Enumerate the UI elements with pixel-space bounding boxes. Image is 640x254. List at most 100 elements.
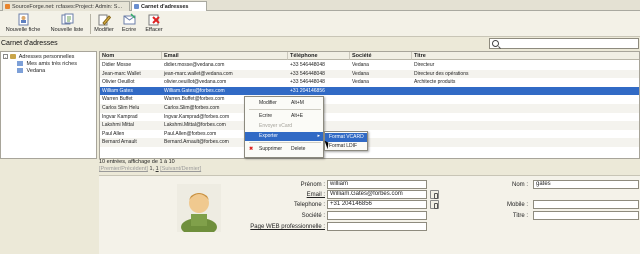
societe-field[interactable] <box>327 211 427 220</box>
search-input[interactable] <box>489 38 639 49</box>
new-list-button[interactable]: Nouvelle liste <box>46 13 88 35</box>
tree-node-label: Vedana <box>26 68 46 74</box>
label-web[interactable]: Page WEB professionnelle : <box>225 223 325 231</box>
pager-page[interactable]: 1 <box>156 166 159 172</box>
submenu-item-vcard[interactable]: Format VCARD <box>325 133 367 142</box>
new-list-icon <box>61 13 74 26</box>
cell-titre <box>412 95 639 104</box>
edit-button[interactable]: Modifier <box>92 13 116 35</box>
email-send-button[interactable] <box>430 190 439 199</box>
status-text: 10 entrées, affichage de 1 à 10 <box>99 159 175 165</box>
menu-item-label: Exporter <box>259 133 278 139</box>
tree-node-root[interactable]: - Adresses personnelles <box>3 54 74 61</box>
menu-item-ecrire[interactable]: Ecrire Alt+E <box>245 112 323 121</box>
label-email[interactable]: Email : <box>249 191 325 199</box>
table-row[interactable]: William Gates William.Gates@forbes.com +31… <box>100 86 639 96</box>
table-row[interactable]: Carlos Slim HeluCarlos.Slim@forbes.com..… <box>100 104 639 113</box>
table-row[interactable]: Bernard Arnault Bernard.Arnault@forbes.co… <box>100 138 639 147</box>
telephone-call-button[interactable] <box>430 200 439 209</box>
folder-icon <box>9 54 16 60</box>
tree-node-label: Adresses personnelles <box>18 54 75 60</box>
nom-field[interactable]: gates <box>533 180 639 189</box>
page-title: Carnet d'adresses <box>1 40 58 47</box>
column-header-telephone[interactable]: Téléphone <box>288 52 350 60</box>
tab-bar: SourceForge.net: rcfases:Project: Admin:… <box>0 0 640 11</box>
contacts-table: Nom Email Téléphone Société Titre Didier… <box>99 51 640 159</box>
new-list-label: Nouvelle liste <box>50 27 84 33</box>
submenu-item-ldif[interactable]: Format LDIF <box>325 142 367 151</box>
menu-item-label: Ecrire <box>259 113 273 119</box>
context-menu: Modifier Alt+M Ecrire Alt+E Envoyer vCar… <box>244 96 324 158</box>
write-button[interactable]: Ecrire <box>118 13 140 35</box>
cell-nom: Jean-marc Wallet <box>102 70 141 77</box>
cell-nom: Ingvar Kamprad <box>102 113 138 120</box>
tab-label: Carnet d'adresses <box>141 4 189 10</box>
table-row[interactable]: Olivier Oeuillot olivier.oeuillot@vedana.… <box>100 78 639 87</box>
cell-email: didier.mosse@vedana.com <box>164 62 225 68</box>
cell-societe: Vedana <box>352 70 369 77</box>
delete-icon: ✖ <box>249 146 254 152</box>
table-row[interactable]: Didier Mosse didier.mosse@vedana.com +33 5… <box>100 61 639 70</box>
pager: [Premier/Précédent] 1, 1 [Suivant/Dernie… <box>99 166 202 172</box>
menu-separator <box>249 109 321 110</box>
table-row[interactable]: Jean-marc Wallet jean-marc.wallet@vedana.… <box>100 69 639 79</box>
cell-email: olivier.oeuillot@vedana.com <box>164 79 227 86</box>
write-label: Ecrire <box>121 27 137 33</box>
column-header-nom[interactable]: Nom <box>100 52 162 60</box>
menu-item-supprimer[interactable]: ✖ Supprimer Delete <box>245 145 323 154</box>
column-header-titre[interactable]: Titre <box>412 52 639 60</box>
table-row[interactable]: Lakshmi Mittal Lakshmi.Mittal@forbes.com <box>100 121 639 130</box>
addressbook-tree: - Adresses personnelles Mes amis très ri… <box>0 51 97 159</box>
new-contact-button[interactable]: Nouvelle fiche <box>2 13 44 35</box>
menu-item-modifier[interactable]: Modifier Alt+M <box>245 99 323 108</box>
cell-nom: Olivier Oeuillot <box>102 79 135 86</box>
label-nom: Nom : <box>511 182 528 188</box>
tree-node-child[interactable]: Vedana <box>17 68 45 75</box>
cell-titre <box>412 130 639 139</box>
pager-next-last[interactable]: [Suivant/Dernier] <box>160 166 201 172</box>
cell-societe: Vedana <box>352 79 369 86</box>
cell-email: William.Gates@forbes.com <box>164 87 225 94</box>
table-row[interactable]: Warren BuffetWarren.Buffet@forbes.com...… <box>100 95 639 104</box>
menu-item-label: Envoyer vCard <box>259 123 293 129</box>
pager-first-prev[interactable]: [Premier/Précédent] <box>99 166 148 172</box>
cell-societe <box>350 104 412 113</box>
menu-item-shortcut: Alt+M <box>291 100 304 106</box>
cell-nom: Bernard Arnault <box>102 139 137 146</box>
collapse-icon[interactable]: - <box>3 54 8 60</box>
delete-button[interactable]: Effacer <box>142 13 166 35</box>
menu-item-exporter[interactable]: Exporter ▸ <box>245 132 323 141</box>
cell-nom: Paul Allen <box>102 130 125 137</box>
tree-node-label: Mes amis très riches <box>26 61 77 67</box>
new-contact-icon <box>17 13 30 26</box>
cell-nom: Carlos Slim Helu <box>102 105 140 111</box>
cell-titre <box>412 113 639 122</box>
column-header-email[interactable]: Email <box>162 52 288 60</box>
mobile-field[interactable] <box>533 200 639 209</box>
delete-icon <box>148 13 161 26</box>
tab-sourceforge[interactable]: SourceForge.net: rcfases:Project: Admin:… <box>2 1 130 11</box>
delete-label: Effacer <box>145 27 163 33</box>
web-field[interactable] <box>327 222 427 231</box>
table-row[interactable]: Ingvar KampradIngvar.Kamprad@forbes.com.… <box>100 113 639 122</box>
cell-societe <box>350 113 412 122</box>
label-societe: Société : <box>301 213 325 219</box>
titre-field[interactable] <box>533 211 639 220</box>
cell-tel: +31 204146856 <box>290 87 325 94</box>
email-field[interactable]: William.Gates@forbes.com <box>327 190 427 199</box>
label-mobile: Mobile : <box>506 202 528 208</box>
menu-item-shortcut: Alt+E <box>291 113 304 119</box>
tab-carnet[interactable]: Carnet d'adresses <box>131 1 207 11</box>
table-row[interactable]: Paul Allen Paul.Allen@forbes.com <box>100 130 639 139</box>
cell-nom: Didier Mosse <box>102 62 132 68</box>
column-header-societe[interactable]: Société <box>350 52 412 60</box>
cell-societe <box>350 87 412 96</box>
telephone-field[interactable]: +31 204146856 <box>327 200 427 209</box>
submenu-arrow-icon: ▸ <box>317 133 320 139</box>
cell-societe <box>350 95 412 104</box>
tree-node-child[interactable]: Mes amis très riches <box>17 61 77 68</box>
cell-titre <box>412 104 639 113</box>
prenom-field[interactable]: william <box>327 180 427 189</box>
cell-tel: +33 546448048 <box>290 79 325 86</box>
cell-titre <box>412 121 639 130</box>
